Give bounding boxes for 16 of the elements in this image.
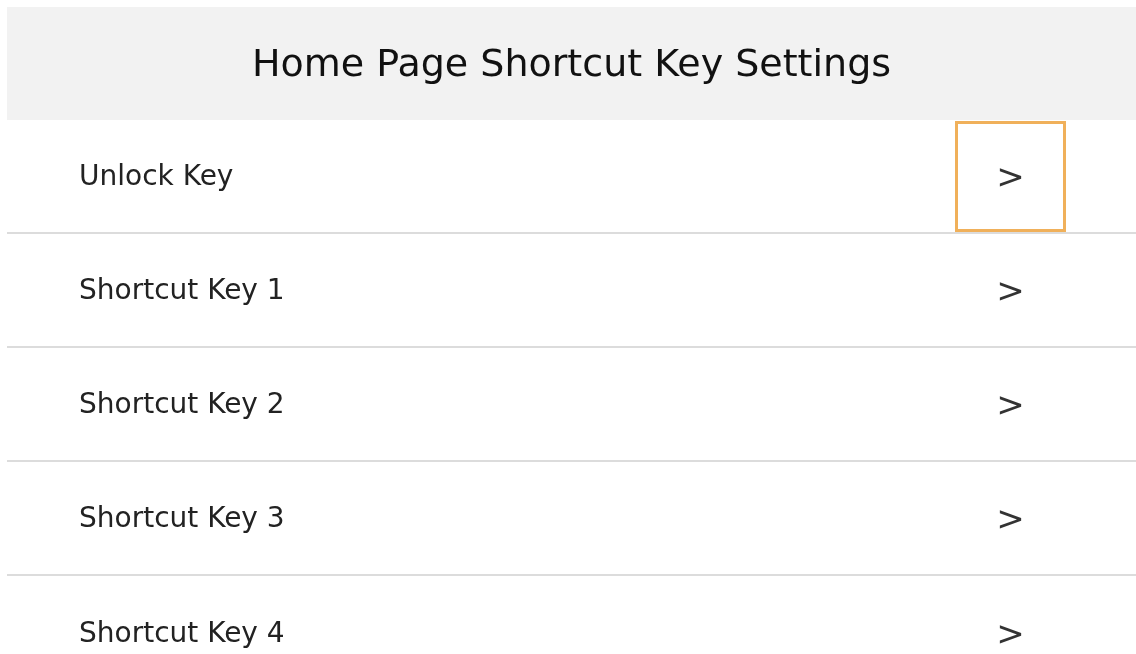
row-label: Shortcut Key 1	[79, 272, 285, 308]
settings-row[interactable]: Shortcut Key 1 >	[7, 234, 1136, 348]
chevron-button[interactable]: >	[955, 462, 1066, 574]
chevron-button[interactable]: >	[955, 234, 1066, 346]
settings-row[interactable]: Shortcut Key 3 >	[7, 462, 1136, 576]
chevron-button[interactable]: >	[955, 348, 1066, 460]
row-label: Shortcut Key 3	[79, 500, 285, 536]
chevron-button[interactable]: >	[955, 120, 1066, 232]
row-label: Shortcut Key 4	[79, 615, 285, 651]
row-label: Shortcut Key 2	[79, 386, 285, 422]
settings-row[interactable]: Unlock Key >	[7, 120, 1136, 234]
settings-row[interactable]: Shortcut Key 2 >	[7, 348, 1136, 462]
chevron-button[interactable]: >	[955, 577, 1066, 654]
row-label: Unlock Key	[79, 158, 234, 194]
page-title: Home Page Shortcut Key Settings	[251, 40, 892, 87]
settings-row[interactable]: Shortcut Key 4 >	[7, 576, 1136, 654]
